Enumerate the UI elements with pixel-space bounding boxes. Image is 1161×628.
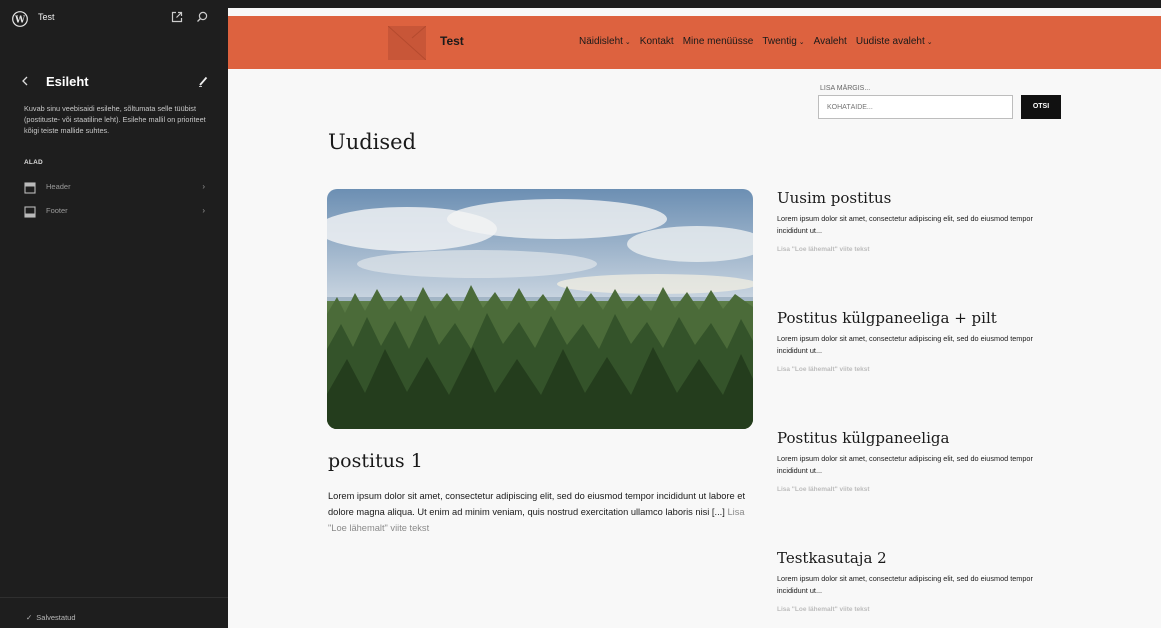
site-navigation: Näidisleht ⌄ Kontakt Mine menüüsse Twenti…	[579, 36, 942, 47]
editor-canvas[interactable]: Test Näidisleht ⌄ Kontakt Mine menüüsse T…	[228, 8, 1161, 628]
site-title[interactable]: Test	[38, 12, 55, 22]
post-item: Postitus külgpaneeliga + pilt Lorem ipsu…	[777, 308, 1047, 373]
excerpt-text: Lorem ipsum dolor sit amet, consectetur …	[328, 491, 746, 517]
checkmark-icon: ✓	[26, 613, 33, 622]
chevron-right-icon: ›	[202, 182, 205, 191]
nav-label: Avaleht	[813, 36, 847, 47]
featured-image[interactable]	[327, 189, 753, 429]
nav-item-avaleht[interactable]: Avaleht	[814, 36, 847, 47]
post-title[interactable]: Postitus külgpaneeliga	[777, 428, 1047, 448]
sidebar-topbar: W Test	[0, 0, 228, 38]
post-title[interactable]: Testkasutaja 2	[777, 548, 1047, 568]
area-item-footer[interactable]: Footer ›	[24, 203, 209, 221]
editor-sidebar: W Test Esileht Kuvab sinu veebisaidi esi…	[0, 0, 228, 628]
post-item: Testkasutaja 2 Lorem ipsum dolor sit ame…	[777, 548, 1047, 613]
featured-post-excerpt[interactable]: Lorem ipsum dolor sit amet, consectetur …	[328, 488, 753, 536]
nav-item-uudiste-avaleht[interactable]: Uudiste avaleht ⌄	[856, 36, 933, 47]
chevron-down-icon: ⌄	[798, 39, 805, 46]
read-more-link[interactable]: Lisa "Loe lähemalt" viite tekst	[777, 606, 1047, 613]
nav-item-kontakt[interactable]: Kontakt	[640, 36, 674, 47]
area-label: Header	[46, 182, 71, 191]
external-link-icon[interactable]	[170, 10, 184, 24]
nav-item-twentig[interactable]: Twentig ⌄	[762, 36, 804, 47]
search-label[interactable]: LISA MÄRGIS...	[820, 85, 870, 92]
sidebar-divider	[0, 597, 228, 598]
area-item-header[interactable]: Header ›	[24, 179, 209, 197]
pencil-icon[interactable]	[197, 74, 209, 88]
post-item: Postitus külgpaneeliga Lorem ipsum dolor…	[777, 428, 1047, 493]
save-status-label: Salvestatud	[36, 613, 76, 622]
nav-item-mine-menuusse[interactable]: Mine menüüsse	[683, 36, 754, 47]
read-more-link[interactable]: Lisa "Loe lähemalt" viite tekst	[777, 366, 1047, 373]
template-title: Esileht	[46, 74, 89, 89]
save-status: ✓ Salvestatud	[26, 613, 76, 622]
nav-item-naidisleht[interactable]: Näidisleht ⌄	[579, 36, 631, 47]
site-title-header[interactable]: Test	[440, 34, 464, 48]
areas-heading: ALAD	[24, 159, 43, 166]
page-title[interactable]: Uudised	[328, 130, 416, 154]
nav-label: Uudiste avaleht	[855, 36, 925, 47]
search-button[interactable]: OTSI	[1021, 95, 1061, 119]
search-icon[interactable]	[195, 10, 209, 24]
post-excerpt[interactable]: Lorem ipsum dolor sit amet, consectetur …	[777, 573, 1047, 597]
svg-text:W: W	[14, 15, 26, 25]
template-description: Kuvab sinu veebisaidi esilehe, sõltumata…	[24, 104, 206, 135]
chevron-left-icon[interactable]	[20, 74, 30, 88]
nav-label: Twentig	[762, 36, 797, 47]
read-more-link[interactable]: Lisa "Loe lähemalt" viite tekst	[777, 486, 1047, 493]
post-title[interactable]: Uusim postitus	[777, 188, 1047, 208]
search-input[interactable]	[818, 95, 1013, 119]
nav-label: Näidisleht	[579, 36, 623, 47]
chevron-down-icon: ⌄	[926, 39, 933, 46]
post-excerpt[interactable]: Lorem ipsum dolor sit amet, consectetur …	[777, 453, 1047, 477]
site-header[interactable]: Test Näidisleht ⌄ Kontakt Mine menüüsse T…	[228, 16, 1161, 69]
nav-label: Kontakt	[639, 36, 674, 47]
post-excerpt[interactable]: Lorem ipsum dolor sit amet, consectetur …	[777, 333, 1047, 357]
post-title[interactable]: Postitus külgpaneeliga + pilt	[777, 308, 1047, 328]
header-icon	[24, 181, 36, 194]
sidebar-navigation-header: Esileht	[0, 70, 228, 94]
nav-label: Mine menüüsse	[682, 36, 754, 47]
post-item: Uusim postitus Lorem ipsum dolor sit ame…	[777, 188, 1047, 253]
chevron-down-icon: ⌄	[624, 39, 631, 46]
featured-post-title[interactable]: postitus 1	[328, 450, 423, 472]
footer-icon	[24, 205, 36, 218]
area-label: Footer	[46, 206, 68, 215]
wordpress-logo-icon[interactable]: W	[12, 11, 28, 27]
read-more-link[interactable]: Lisa "Loe lähemalt" viite tekst	[777, 246, 1047, 253]
site-logo-placeholder[interactable]	[388, 26, 426, 60]
post-excerpt[interactable]: Lorem ipsum dolor sit amet, consectetur …	[777, 213, 1047, 237]
chevron-right-icon: ›	[202, 206, 205, 215]
